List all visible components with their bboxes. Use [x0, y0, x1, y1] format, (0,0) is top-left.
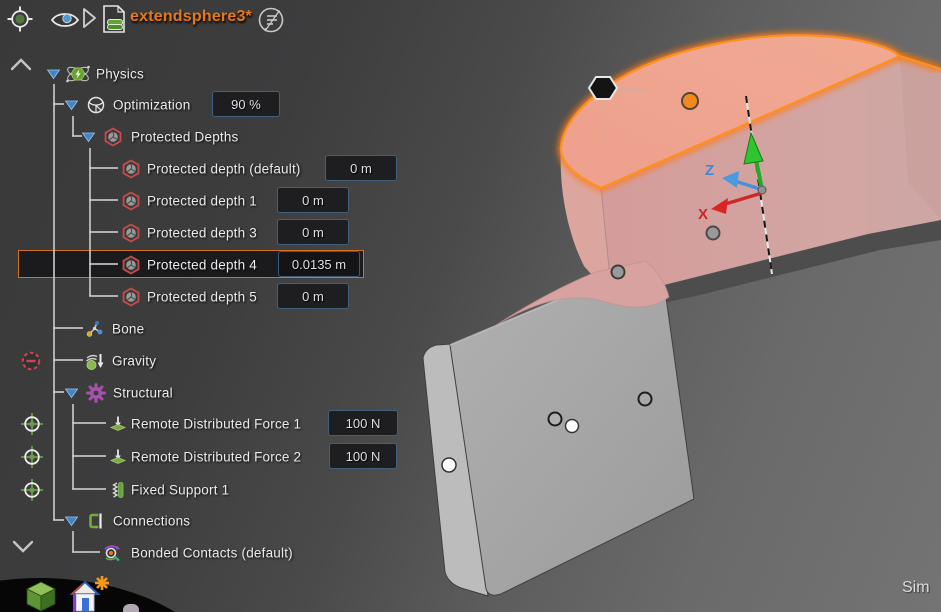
visibility-eye-icon[interactable] — [50, 8, 80, 32]
fixed-support-icon — [112, 481, 124, 498]
marker-ring-dot-1[interactable] — [547, 411, 563, 427]
expander-icon[interactable] — [64, 387, 79, 399]
tree-label: Protected depth (default) — [147, 161, 301, 176]
remote-force-icon — [109, 449, 127, 464]
cube-view-icon[interactable] — [25, 581, 57, 612]
marker-gray-dot-1[interactable] — [705, 225, 721, 241]
depth-value-field[interactable]: 0 m — [277, 283, 349, 309]
tree-label: Protected Depths — [131, 129, 239, 144]
tree-row-structural[interactable]: Structural — [0, 379, 405, 406]
tree-row-protected-depth-5[interactable]: Protected depth 5 0 m — [0, 283, 405, 310]
expander-icon[interactable] — [64, 515, 79, 527]
force-value-field[interactable]: 100 N — [329, 443, 397, 469]
physics-icon — [66, 65, 90, 82]
locate-target-icon[interactable] — [6, 5, 34, 33]
tree-label: Optimization — [113, 97, 191, 112]
optimization-value-field[interactable]: 90 % — [212, 91, 280, 117]
tree-label: Protected depth 1 — [147, 193, 257, 208]
status-brand-text: Sim — [902, 579, 930, 596]
tree-label: Protected depth 5 — [147, 289, 257, 304]
bone-molecule-icon — [86, 320, 103, 337]
model-tree: Physics Optimization 90 % Protected Dept… — [0, 0, 410, 612]
marker-white-dot-2[interactable] — [441, 457, 457, 473]
partial-wheel-icon[interactable] — [123, 604, 139, 612]
tree-row-gravity[interactable]: Gravity — [0, 347, 405, 374]
tree-label: Protected depth 4 — [147, 257, 257, 272]
triad-origin[interactable] — [757, 185, 767, 195]
tree-row-fixed-support-1[interactable]: Fixed Support 1 — [0, 476, 405, 503]
depth-value-field[interactable]: 0.0135 m — [278, 251, 360, 277]
play-expand-icon[interactable] — [80, 6, 98, 30]
tree-row-protected-depth-4-selected[interactable]: Protected depth 4 0.0135 m — [0, 251, 405, 278]
connections-icon — [89, 513, 102, 528]
tree-label: Structural — [113, 385, 173, 400]
force-value-field[interactable]: 100 N — [328, 410, 398, 436]
depth-value-field[interactable]: 0 m — [277, 219, 349, 245]
tree-label: Physics — [96, 66, 144, 81]
protected-depth-hexagon-icon — [104, 126, 122, 147]
tree-row-physics[interactable]: Physics — [0, 60, 405, 87]
expander-icon[interactable] — [81, 131, 96, 143]
protected-depth-hexagon-icon — [122, 190, 140, 211]
marker-white-dot-1[interactable] — [564, 418, 580, 434]
tree-row-protected-depth-default[interactable]: Protected depth (default) 0 m — [0, 155, 405, 182]
tree-label: Connections — [113, 513, 191, 528]
hexagon-drag-handle[interactable] — [587, 76, 619, 100]
tree-label: Bonded Contacts (default) — [131, 545, 293, 560]
z-axis-label: Z — [705, 162, 714, 179]
protected-depth-hexagon-icon — [122, 158, 140, 179]
depth-value-field[interactable]: 0 m — [325, 155, 397, 181]
marker-gray-dot-2[interactable] — [610, 264, 626, 280]
tree-label: Protected depth 3 — [147, 225, 257, 240]
document-model-icon[interactable] — [99, 3, 129, 35]
protected-depth-hexagon-icon — [122, 222, 140, 243]
document-title[interactable]: extendsphere3* — [130, 8, 252, 26]
optimization-sphere-icon — [87, 96, 105, 113]
slab-front-face[interactable] — [449, 285, 695, 596]
bonded-contacts-magnifier-icon — [104, 544, 120, 561]
remote-force-icon — [109, 416, 127, 431]
tree-label: Remote Distributed Force 1 — [131, 416, 302, 431]
app-window: { "header": { "title": "extendsphere3*" … — [0, 0, 941, 612]
tree-row-bone[interactable]: Bone — [0, 315, 405, 342]
tree-row-protected-depths[interactable]: Protected Depths — [0, 123, 405, 150]
tree-row-remote-force-1[interactable]: Remote Distributed Force 1 100 N — [0, 410, 405, 437]
protected-depth-hexagon-icon — [122, 286, 140, 307]
depth-value-field[interactable]: 0 m — [277, 187, 349, 213]
protected-depth-hexagon-icon — [122, 254, 140, 275]
home-view-icon[interactable] — [68, 574, 112, 612]
expander-icon[interactable] — [46, 68, 61, 80]
tree-label: Remote Distributed Force 2 — [131, 449, 302, 464]
structural-gear-icon — [86, 382, 106, 403]
sync-settings-icon[interactable] — [256, 4, 286, 36]
tree-row-protected-depth-1[interactable]: Protected depth 1 0 m — [0, 187, 405, 214]
tree-label: Bone — [112, 321, 145, 336]
tree-row-protected-depth-3[interactable]: Protected depth 3 0 m — [0, 219, 405, 246]
tree-row-bonded-contacts[interactable]: Bonded Contacts (default) — [0, 539, 405, 566]
marker-ring-dot-2[interactable] — [637, 391, 653, 407]
tree-label: Fixed Support 1 — [131, 482, 230, 497]
gravity-icon — [86, 353, 104, 370]
tree-label: Gravity — [112, 353, 157, 368]
x-axis-label: X — [698, 206, 708, 223]
expander-icon[interactable] — [64, 99, 79, 111]
tree-row-connections[interactable]: Connections — [0, 507, 405, 534]
tree-row-remote-force-2[interactable]: Remote Distributed Force 2 100 N — [0, 443, 405, 470]
marker-orange-dot[interactable] — [681, 92, 699, 110]
tree-row-optimization[interactable]: Optimization 90 % — [0, 91, 405, 118]
